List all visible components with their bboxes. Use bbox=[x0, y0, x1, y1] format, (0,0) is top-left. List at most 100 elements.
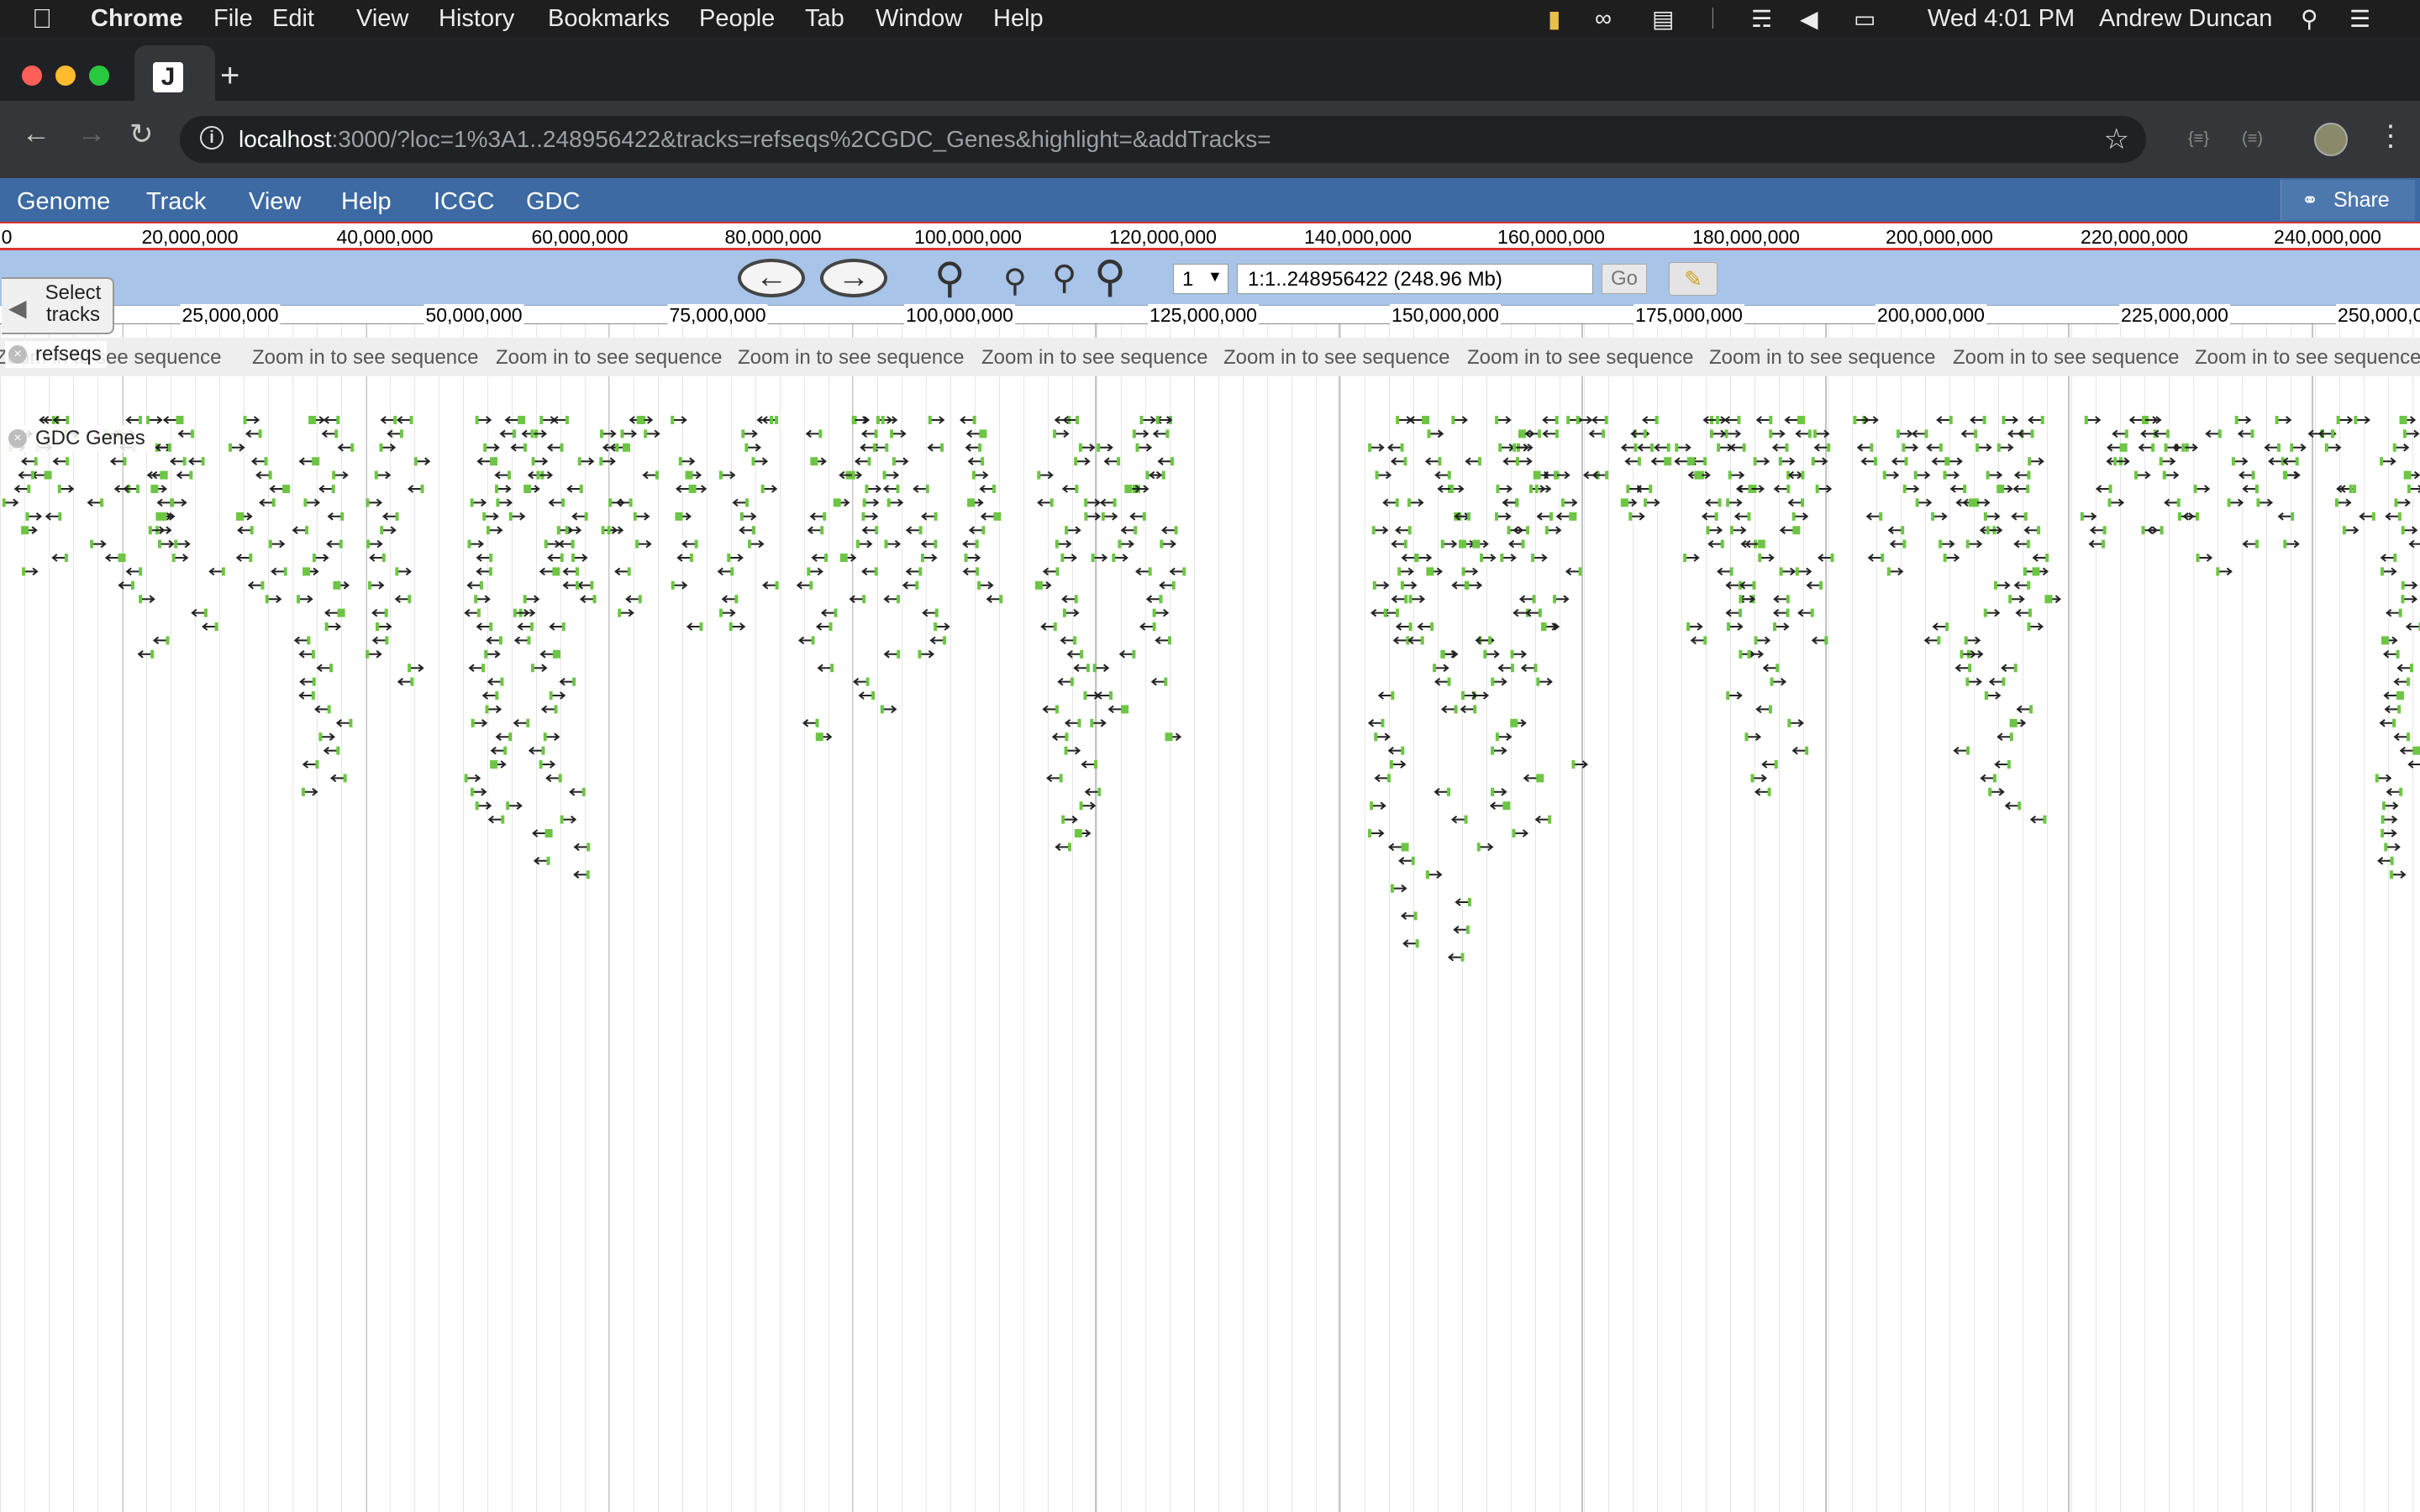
close-track-icon[interactable]: × bbox=[8, 345, 27, 364]
gene-feature[interactable] bbox=[546, 443, 564, 452]
gene-feature[interactable] bbox=[407, 485, 424, 493]
gene-feature[interactable] bbox=[751, 457, 769, 466]
gene-feature[interactable] bbox=[2359, 512, 2375, 521]
gene-feature[interactable] bbox=[558, 539, 575, 549]
gene-feature[interactable] bbox=[2028, 457, 2044, 466]
location-input[interactable]: 1:1..248956422 (248.96 Mb) bbox=[1237, 264, 1593, 294]
gene-feature[interactable] bbox=[861, 567, 878, 576]
gene-feature[interactable] bbox=[2016, 705, 2033, 714]
gene-feature[interactable] bbox=[965, 429, 987, 438]
gene-feature[interactable] bbox=[807, 567, 823, 576]
gene-feature[interactable] bbox=[162, 416, 184, 424]
gene-feature[interactable] bbox=[2377, 856, 2394, 865]
gene-feature[interactable] bbox=[513, 636, 531, 645]
gene-feature[interactable] bbox=[2324, 443, 2342, 452]
gene-feature[interactable] bbox=[862, 498, 880, 507]
gene-feature[interactable] bbox=[1512, 526, 1529, 535]
gene-feature[interactable] bbox=[2242, 485, 2259, 493]
gene-feature[interactable] bbox=[1062, 416, 1080, 424]
gene-feature[interactable] bbox=[1440, 705, 1458, 714]
gene-feature[interactable] bbox=[573, 870, 590, 879]
gene-feature[interactable] bbox=[548, 498, 566, 507]
gene-feature[interactable] bbox=[139, 595, 155, 604]
gene-feature[interactable] bbox=[1536, 677, 1553, 686]
gene-feature[interactable] bbox=[466, 580, 483, 590]
gene-feature[interactable] bbox=[1520, 664, 1538, 673]
browser-tab[interactable]: J bbox=[134, 45, 215, 101]
gene-feature[interactable] bbox=[892, 457, 909, 466]
gene-feature[interactable] bbox=[2029, 815, 2047, 824]
gene-feature[interactable] bbox=[1949, 485, 1967, 493]
gene-feature[interactable] bbox=[1495, 732, 1512, 742]
gene-feature[interactable] bbox=[905, 526, 923, 535]
gene-feature[interactable] bbox=[1988, 787, 2005, 796]
gene-feature[interactable] bbox=[470, 498, 487, 507]
gene-feature[interactable] bbox=[1591, 470, 1609, 480]
gene-feature[interactable] bbox=[865, 485, 882, 493]
gene-feature[interactable] bbox=[1787, 718, 1804, 727]
gene-feature[interactable] bbox=[920, 554, 938, 562]
gene-feature[interactable] bbox=[760, 485, 778, 493]
gene-feature[interactable] bbox=[2159, 457, 2176, 466]
gene-feature[interactable] bbox=[539, 416, 556, 424]
gene-feature[interactable] bbox=[1498, 443, 1515, 452]
gene-feature[interactable] bbox=[1040, 622, 1057, 631]
gene-feature[interactable] bbox=[397, 677, 414, 686]
gene-feature[interactable] bbox=[369, 554, 386, 562]
gene-feature[interactable] bbox=[337, 443, 355, 452]
gene-feature[interactable] bbox=[1370, 801, 1386, 811]
gene-feature[interactable] bbox=[2013, 580, 2031, 590]
gene-feature[interactable] bbox=[2234, 416, 2252, 424]
gene-feature[interactable] bbox=[271, 567, 287, 576]
gene-feature[interactable] bbox=[536, 470, 554, 480]
gene-feature[interactable] bbox=[1512, 829, 1529, 837]
gene-feature[interactable] bbox=[890, 429, 907, 438]
gene-feature[interactable] bbox=[562, 567, 579, 576]
gene-feature[interactable] bbox=[1060, 636, 1077, 645]
gene-feature[interactable] bbox=[2394, 498, 2411, 507]
gene-feature[interactable] bbox=[1129, 512, 1146, 521]
gene-feature[interactable] bbox=[1451, 580, 1468, 590]
gene-feature[interactable] bbox=[880, 705, 897, 714]
gene-feature[interactable] bbox=[1754, 787, 1771, 796]
gene-feature[interactable] bbox=[1729, 443, 1746, 452]
gene-feature[interactable] bbox=[902, 580, 919, 590]
gene-feature[interactable] bbox=[202, 622, 218, 631]
glasses-icon[interactable]: ∞ bbox=[1595, 5, 1612, 32]
pan-right-icon[interactable]: → bbox=[820, 259, 887, 297]
menu-gdc[interactable]: GDC bbox=[526, 188, 580, 216]
gene-feature[interactable] bbox=[620, 429, 638, 438]
menu-track[interactable]: Track bbox=[146, 188, 206, 216]
gene-feature[interactable] bbox=[468, 664, 486, 673]
gene-feature[interactable] bbox=[1461, 567, 1479, 576]
gene-feature[interactable] bbox=[1155, 636, 1171, 645]
gene-feature[interactable] bbox=[676, 554, 693, 562]
new-tab-plus-icon[interactable]: + bbox=[220, 57, 239, 95]
gene-feature[interactable] bbox=[302, 760, 319, 769]
gene-feature[interactable] bbox=[476, 457, 498, 466]
gene-feature[interactable] bbox=[490, 760, 507, 769]
gene-feature[interactable] bbox=[1791, 512, 1809, 521]
gene-feature[interactable] bbox=[1650, 457, 1672, 466]
gene-feature[interactable] bbox=[1367, 718, 1385, 727]
gene-feature[interactable] bbox=[2399, 416, 2417, 424]
gene-feature[interactable] bbox=[2335, 498, 2352, 507]
gene-feature[interactable] bbox=[1507, 539, 1525, 549]
gene-feature[interactable] bbox=[1495, 416, 1512, 424]
gene-feature[interactable] bbox=[1811, 636, 1828, 645]
gene-feature[interactable] bbox=[1534, 485, 1552, 493]
gene-feature[interactable] bbox=[2032, 554, 2049, 562]
gene-feature[interactable] bbox=[1943, 554, 1960, 562]
gene-feature[interactable] bbox=[18, 470, 34, 480]
close-track-icon[interactable]: × bbox=[8, 429, 27, 448]
gene-feature[interactable] bbox=[1060, 554, 1077, 562]
gene-feature[interactable] bbox=[807, 526, 824, 535]
gene-feature[interactable] bbox=[1635, 485, 1653, 493]
gene-feature[interactable] bbox=[810, 457, 827, 466]
gene-feature[interactable] bbox=[486, 526, 503, 535]
gene-feature[interactable] bbox=[2396, 664, 2413, 673]
gene-feature[interactable] bbox=[1753, 457, 1770, 466]
gene-feature[interactable] bbox=[1747, 649, 1765, 659]
gene-feature[interactable] bbox=[1674, 457, 1695, 466]
gene-feature[interactable] bbox=[1591, 416, 1608, 424]
